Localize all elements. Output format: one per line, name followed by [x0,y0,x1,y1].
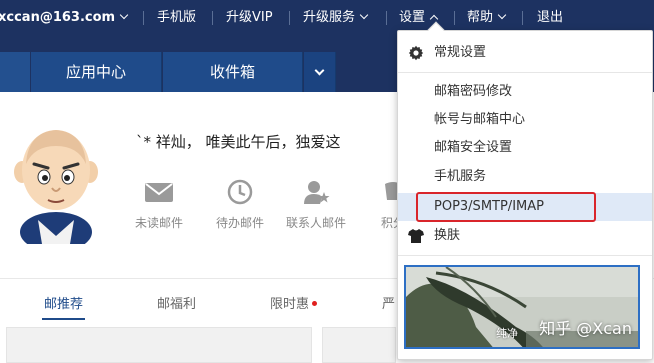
divider [212,11,213,25]
todo-mail-label: 待办邮件 [215,216,264,230]
recommend-card[interactable] [6,327,312,363]
mobile-service-item[interactable]: 手机服务 [398,163,652,191]
tab-strict-select[interactable]: 严 [382,293,395,312]
todo-mail-shortcut[interactable]: 待办邮件 [205,172,275,231]
chevron-down-icon [497,10,507,20]
highlight-box [416,192,596,222]
nav-more-button[interactable] [304,52,336,92]
avatar[interactable] [8,124,104,244]
recommend-card[interactable] [322,327,396,363]
change-skin-label: 换肤 [434,228,461,243]
general-settings-label: 常规设置 [434,45,487,60]
dropdown-divider [398,255,652,256]
greeting-text: ˋ* 祥灿， 唯美此午后，独爱这 [136,133,341,151]
tab-mail-recommend[interactable]: 邮推荐 [41,293,86,320]
skin-preview[interactable]: 纯净 知乎 @Xcan [404,265,640,349]
general-settings-item[interactable]: 常规设置 [398,35,652,71]
divider [386,11,387,25]
tab-app-center[interactable]: 应用中心 [31,52,162,92]
upgrade-service-menu[interactable]: 升级服务 [303,0,369,36]
tab-limited-offer[interactable]: 限时惠 [270,293,318,312]
divider [522,11,523,25]
settings-label: 设置 [399,10,426,25]
contact-mail-label: 联系人邮件 [285,216,346,230]
tab-mail-welfare[interactable]: 邮福利 [157,293,196,312]
gear-icon [408,45,424,61]
unread-mail-label: 未读邮件 [134,216,183,230]
notification-dot-icon [312,301,318,306]
divider [143,11,144,25]
tab-limited-offer-label: 限时惠 [270,297,310,312]
change-skin-item[interactable]: 换肤 [398,222,652,250]
nav-tab-partial[interactable] [0,52,30,92]
tshirt-icon [408,229,424,243]
chevron-down-icon [314,65,325,76]
divider [289,11,290,25]
account-email: xccan@163.com [0,10,116,25]
mail-icon [145,183,173,202]
mobile-version-link[interactable]: 手机版 [157,0,196,36]
account-menu[interactable]: xccan@163.com [0,0,129,36]
clock-icon [227,179,253,205]
skin-caption: 纯净 [496,327,518,340]
change-password-item[interactable]: 邮箱密码修改 [398,78,652,106]
unread-mail-shortcut[interactable]: 未读邮件 [124,172,194,231]
dropdown-divider [398,72,652,73]
watermark: 知乎 @Xcan [539,319,632,338]
contact-star-icon [304,181,330,204]
help-label: 帮助 [467,10,494,25]
settings-dropdown: 常规设置 邮箱密码修改 帐号与邮箱中心 邮箱安全设置 手机服务 POP3/SMT… [397,21,653,360]
upgrade-vip-link[interactable]: 升级VIP [226,0,273,36]
chevron-down-icon [359,10,369,20]
chevron-down-icon [119,10,129,20]
divider [454,11,455,25]
tab-inbox[interactable]: 收件箱 [163,52,303,92]
upgrade-service-label: 升级服务 [303,10,356,25]
security-settings-item[interactable]: 邮箱安全设置 [398,134,652,162]
contact-mail-shortcut[interactable]: 联系人邮件 [281,172,351,231]
account-center-item[interactable]: 帐号与邮箱中心 [398,106,652,134]
